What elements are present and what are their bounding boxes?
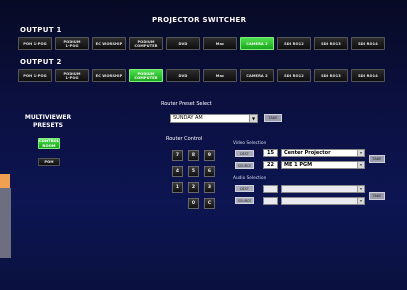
- keypad-key-6[interactable]: 6: [204, 166, 215, 177]
- output2-ec-worship-button[interactable]: EC WORSHIP: [92, 69, 126, 82]
- chevron-down-icon: ▼: [249, 115, 257, 122]
- video-dest-number[interactable]: 15: [263, 149, 278, 157]
- keypad-key-5[interactable]: 5: [188, 166, 199, 177]
- router-preset-value: SUNDAY AM: [173, 115, 203, 121]
- chevron-down-icon: ▾: [357, 150, 364, 156]
- router-control-label: Router Control: [166, 136, 203, 142]
- keypad-key-2[interactable]: 2: [188, 182, 199, 193]
- video-take-button[interactable]: TAKE: [369, 155, 385, 163]
- keypad-key-c[interactable]: C: [204, 198, 215, 209]
- output2-podium-1-pog-button[interactable]: PODIUM 1-POG: [55, 69, 89, 82]
- keypad-key-1[interactable]: 1: [172, 182, 183, 193]
- output1-mac-button[interactable]: Mac: [203, 37, 237, 50]
- output2-dvd-button[interactable]: DVD: [166, 69, 200, 82]
- output2-label: OUTPUT 2: [20, 58, 62, 66]
- output2-poh-1-pog-button[interactable]: POH 1-POG: [18, 69, 52, 82]
- multiviewer-presets-title: MULTIVIEWER PRESETS: [24, 114, 72, 129]
- video-source-name-select[interactable]: ME 1 PGM ▾: [281, 161, 365, 169]
- audio-dest-number[interactable]: [263, 185, 278, 193]
- output1-camera-2-button[interactable]: CAMERA 2: [240, 37, 274, 50]
- app-title: PROJECTOR SWITCHER: [152, 16, 247, 24]
- router-preset-label: Router Preset Select: [161, 101, 212, 107]
- audio-source-name-select[interactable]: ▾: [281, 197, 365, 205]
- output1-sdi-ro12-button[interactable]: SDI RO12: [277, 37, 311, 50]
- left-accent-bar: [0, 174, 10, 188]
- output2-camera-2-button[interactable]: CAMERA 2: [240, 69, 274, 82]
- audio-dest-button[interactable]: DEST: [235, 185, 254, 192]
- router-preset-take-button[interactable]: TAKE: [264, 114, 282, 122]
- output1-label: OUTPUT 1: [20, 26, 62, 34]
- output2-button-row: POH 1-POG PODIUM 1-POG EC WORSHIP PODIUM CO…: [18, 69, 385, 82]
- keypad-key-3[interactable]: 3: [204, 182, 215, 193]
- output1-poh-1-pog-button[interactable]: POH 1-POG: [18, 37, 52, 50]
- control-room-button[interactable]: CONTROL ROOM: [38, 138, 60, 149]
- output1-sdi-ro14-button[interactable]: SDI RO14: [351, 37, 385, 50]
- output1-sdi-ro13-button[interactable]: SDI RO13: [314, 37, 348, 50]
- keypad-key-4[interactable]: 4: [172, 166, 183, 177]
- video-dest-name: Center Projector: [284, 150, 331, 156]
- keypad-key-0[interactable]: 0: [188, 198, 199, 209]
- video-dest-button[interactable]: DEST: [235, 150, 254, 157]
- video-source-number[interactable]: 22: [263, 161, 278, 169]
- audio-dest-name-select[interactable]: ▾: [281, 185, 365, 193]
- output2-mac-button[interactable]: Mac: [203, 69, 237, 82]
- output2-sdi-ro12-button[interactable]: SDI RO12: [277, 69, 311, 82]
- poh-multiviewer-button[interactable]: POH: [38, 158, 60, 166]
- audio-source-button[interactable]: SOURCE: [235, 197, 254, 204]
- output1-dvd-button[interactable]: DVD: [166, 37, 200, 50]
- output2-sdi-ro14-button[interactable]: SDI RO14: [351, 69, 385, 82]
- left-side-panel: [0, 188, 11, 258]
- audio-selection-label: Audio Selection: [233, 176, 267, 181]
- video-selection-label: Video Selection: [233, 141, 267, 146]
- keypad-key-8[interactable]: 8: [188, 150, 199, 161]
- video-source-name: ME 1 PGM: [284, 162, 313, 168]
- output2-sdi-ro13-button[interactable]: SDI RO13: [314, 69, 348, 82]
- video-source-button[interactable]: SOURCE: [235, 162, 254, 169]
- video-dest-name-select[interactable]: Center Projector ▾: [281, 149, 365, 157]
- keypad-key-9[interactable]: 9: [204, 150, 215, 161]
- output2-podium-computer-button[interactable]: PODIUM COMPUTER: [129, 69, 163, 82]
- chevron-down-icon: ▾: [357, 198, 364, 204]
- chevron-down-icon: ▾: [357, 162, 364, 168]
- chevron-down-icon: ▾: [357, 186, 364, 192]
- output1-podium-computer-button[interactable]: PODIUM COMPUTER: [129, 37, 163, 50]
- audio-source-number[interactable]: [263, 197, 278, 205]
- keypad-key-7[interactable]: 7: [172, 150, 183, 161]
- output1-button-row: POH 1-POG PODIUM 1-POG EC WORSHIP PODIUM CO…: [18, 37, 385, 50]
- output1-ec-worship-button[interactable]: EC WORSHIP: [92, 37, 126, 50]
- audio-take-button[interactable]: TAKE: [369, 192, 385, 200]
- router-preset-select[interactable]: SUNDAY AM ▼: [170, 114, 258, 123]
- output1-podium-1-pog-button[interactable]: PODIUM 1-POG: [55, 37, 89, 50]
